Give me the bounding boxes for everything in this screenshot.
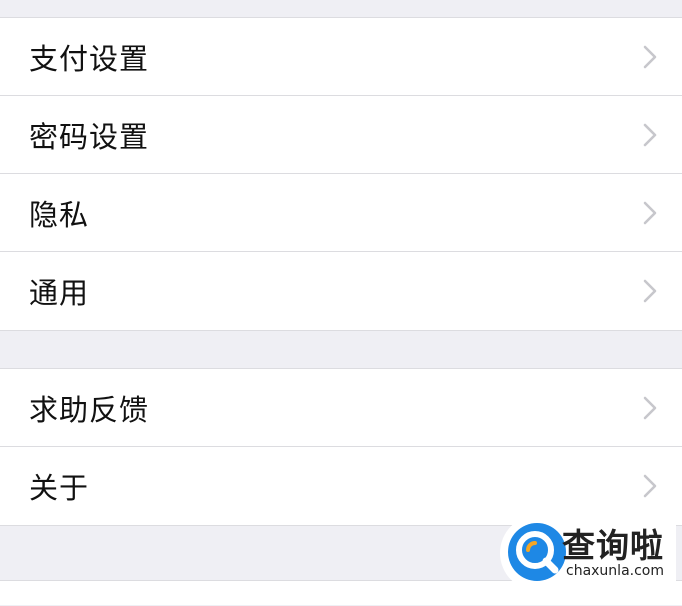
chevron-right-icon [643,396,657,420]
watermark: 查询啦 chaxunla.com [500,515,676,591]
settings-row-password[interactable]: 密码设置 [0,96,682,174]
settings-row-about[interactable]: 关于 [0,447,682,525]
settings-row-privacy[interactable]: 隐私 [0,174,682,252]
settings-row-help-feedback[interactable]: 求助反馈 [0,369,682,447]
watermark-title: 查询啦 [562,526,664,565]
chevron-right-icon [643,279,657,303]
chevron-right-icon [643,123,657,147]
settings-row-payment[interactable]: 支付设置 [0,18,682,96]
row-label: 求助反馈 [29,393,150,427]
top-spacer [0,0,682,18]
row-label: 关于 [29,471,90,505]
row-label: 通用 [29,276,90,310]
section-spacer [0,331,682,369]
watermark-url: chaxunla.com [566,563,664,579]
settings-group-2: 求助反馈 关于 [0,369,682,526]
chevron-right-icon [643,201,657,225]
row-label: 密码设置 [29,120,150,154]
settings-row-general[interactable]: 通用 [0,252,682,330]
search-q-logo-icon [508,523,566,581]
row-label: 支付设置 [29,42,150,76]
settings-group-1: 支付设置 密码设置 隐私 通用 [0,18,682,331]
chevron-right-icon [643,45,657,69]
row-label: 隐私 [29,198,90,232]
chevron-right-icon [643,474,657,498]
